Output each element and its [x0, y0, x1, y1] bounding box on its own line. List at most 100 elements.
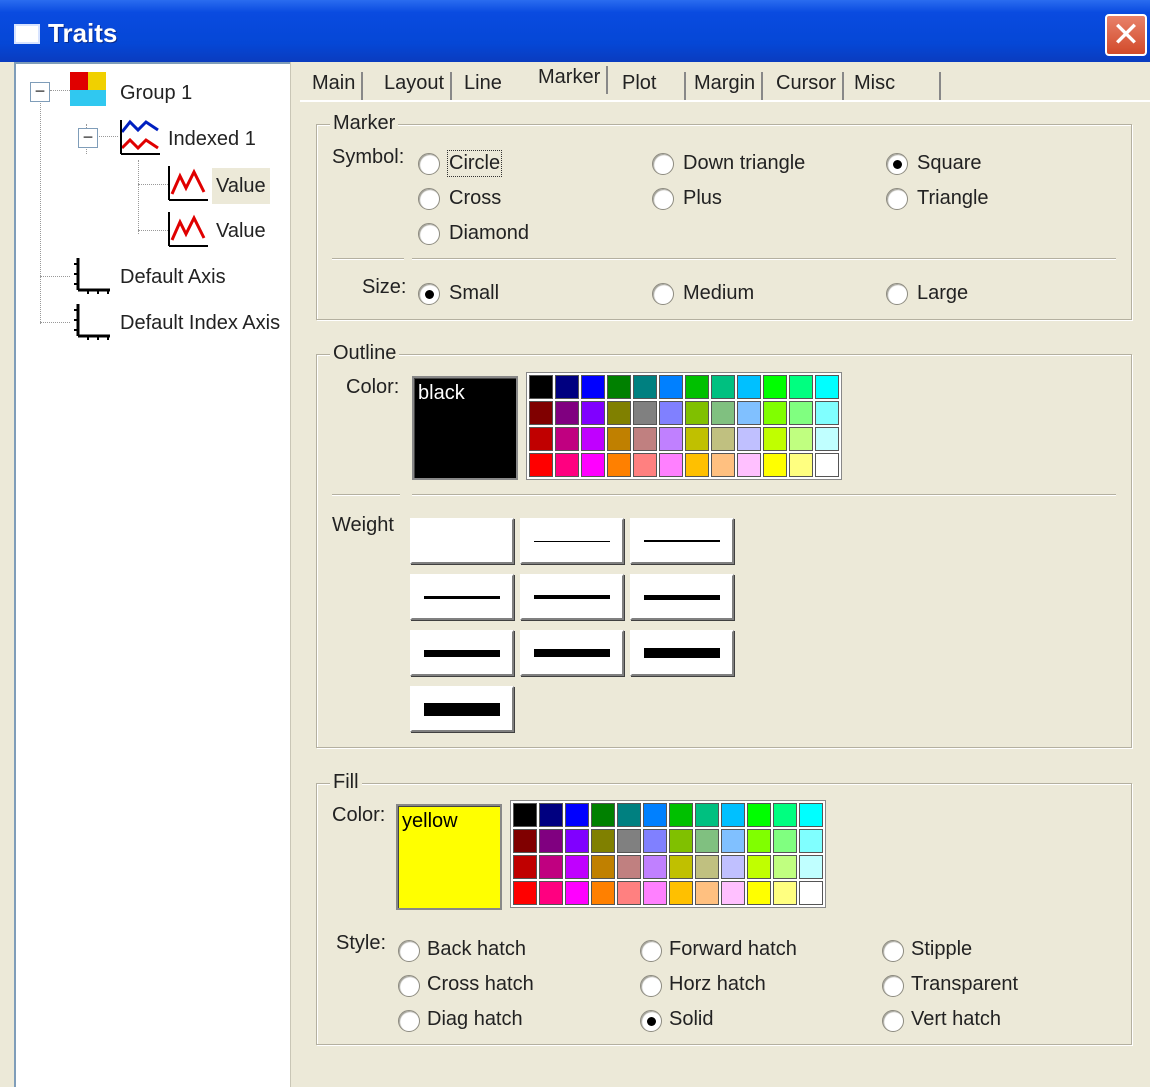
tree-item-default-axis[interactable]: Default Axis [120, 266, 226, 289]
style-stipple-label[interactable]: Stipple [911, 938, 972, 961]
palette-color-cell[interactable] [513, 803, 537, 827]
collapse-icon[interactable]: − [78, 128, 98, 148]
palette-color-cell[interactable] [555, 427, 579, 451]
symbol-plus-label[interactable]: Plus [683, 187, 722, 210]
radio-forward-hatch[interactable] [640, 940, 662, 962]
style-forward-hatch-label[interactable]: Forward hatch [669, 938, 797, 961]
tab-misc[interactable]: Misc [854, 72, 942, 100]
palette-color-cell[interactable] [607, 375, 631, 399]
radio-size-medium[interactable] [652, 283, 674, 305]
symbol-square-label[interactable]: Square [917, 152, 982, 175]
palette-color-cell[interactable] [669, 829, 693, 853]
style-diag-hatch-label[interactable]: Diag hatch [427, 1008, 523, 1031]
palette-color-cell[interactable] [815, 427, 839, 451]
palette-color-cell[interactable] [633, 453, 657, 477]
radio-back-hatch[interactable] [398, 940, 420, 962]
palette-color-cell[interactable] [773, 855, 797, 879]
palette-color-cell[interactable] [617, 855, 641, 879]
tab-plot[interactable]: Plot [622, 72, 662, 100]
tab-layout[interactable]: Layout [384, 72, 453, 100]
palette-color-cell[interactable] [617, 881, 641, 905]
size-large-label[interactable]: Large [917, 282, 968, 305]
palette-color-cell[interactable] [763, 427, 787, 451]
palette-color-cell[interactable] [799, 829, 823, 853]
palette-color-cell[interactable] [659, 427, 683, 451]
fill-color-swatch[interactable]: yellow [396, 804, 502, 910]
tree-item-value-2[interactable]: Value [216, 220, 266, 243]
palette-color-cell[interactable] [799, 855, 823, 879]
palette-color-cell[interactable] [789, 401, 813, 425]
palette-color-cell[interactable] [685, 375, 709, 399]
palette-color-cell[interactable] [643, 829, 667, 853]
symbol-diamond-label[interactable]: Diamond [449, 222, 529, 245]
palette-color-cell[interactable] [617, 803, 641, 827]
palette-color-cell[interactable] [607, 453, 631, 477]
tab-line[interactable]: Line [464, 72, 508, 100]
palette-color-cell[interactable] [789, 453, 813, 477]
palette-color-cell[interactable] [799, 803, 823, 827]
outline-color-palette[interactable] [526, 372, 842, 480]
palette-color-cell[interactable] [555, 375, 579, 399]
tree-item-default-index-axis[interactable]: Default Index Axis [120, 312, 280, 335]
radio-diamond[interactable] [418, 223, 440, 245]
palette-color-cell[interactable] [721, 829, 745, 853]
close-button[interactable]: ✕ [1105, 14, 1147, 56]
palette-color-cell[interactable] [643, 855, 667, 879]
palette-color-cell[interactable] [711, 375, 735, 399]
palette-color-cell[interactable] [529, 453, 553, 477]
palette-color-cell[interactable] [747, 855, 771, 879]
style-back-hatch-label[interactable]: Back hatch [427, 938, 526, 961]
palette-color-cell[interactable] [513, 855, 537, 879]
palette-color-cell[interactable] [763, 453, 787, 477]
radio-size-small[interactable] [418, 283, 440, 305]
palette-color-cell[interactable] [659, 453, 683, 477]
palette-color-cell[interactable] [539, 881, 563, 905]
palette-color-cell[interactable] [633, 401, 657, 425]
palette-color-cell[interactable] [633, 427, 657, 451]
palette-color-cell[interactable] [763, 375, 787, 399]
symbol-circle-label[interactable]: Circle [446, 150, 503, 177]
palette-color-cell[interactable] [581, 375, 605, 399]
weight-button[interactable] [410, 686, 514, 732]
symbol-cross-label[interactable]: Cross [449, 187, 501, 210]
tab-margin[interactable]: Margin [684, 72, 764, 100]
palette-color-cell[interactable] [669, 803, 693, 827]
palette-color-cell[interactable] [737, 453, 761, 477]
palette-color-cell[interactable] [669, 855, 693, 879]
style-horz-hatch-label[interactable]: Horz hatch [669, 973, 766, 996]
palette-color-cell[interactable] [711, 453, 735, 477]
weight-button[interactable] [520, 518, 624, 564]
radio-square[interactable] [886, 153, 908, 175]
palette-color-cell[interactable] [513, 881, 537, 905]
palette-color-cell[interactable] [721, 855, 745, 879]
radio-diag-hatch[interactable] [398, 1010, 420, 1032]
palette-color-cell[interactable] [815, 375, 839, 399]
radio-horz-hatch[interactable] [640, 975, 662, 997]
palette-color-cell[interactable] [565, 829, 589, 853]
style-solid-label[interactable]: Solid [669, 1008, 713, 1031]
palette-color-cell[interactable] [591, 803, 615, 827]
tab-marker[interactable]: Marker [538, 66, 609, 94]
radio-size-large[interactable] [886, 283, 908, 305]
traits-tree[interactable]: − − Group 1 Indexed 1 Value Value Defaul… [14, 62, 290, 1087]
radio-stipple[interactable] [882, 940, 904, 962]
palette-color-cell[interactable] [711, 401, 735, 425]
palette-color-cell[interactable] [773, 803, 797, 827]
weight-button[interactable] [520, 574, 624, 620]
palette-color-cell[interactable] [799, 881, 823, 905]
palette-color-cell[interactable] [685, 427, 709, 451]
palette-color-cell[interactable] [737, 427, 761, 451]
outline-color-swatch[interactable]: black [412, 376, 518, 480]
symbol-triangle-label[interactable]: Triangle [917, 187, 989, 210]
tab-main[interactable]: Main [312, 72, 364, 100]
palette-color-cell[interactable] [555, 453, 579, 477]
palette-color-cell[interactable] [555, 401, 579, 425]
radio-vert-hatch[interactable] [882, 1010, 904, 1032]
palette-color-cell[interactable] [539, 803, 563, 827]
palette-color-cell[interactable] [747, 829, 771, 853]
palette-color-cell[interactable] [773, 881, 797, 905]
tab-cursor[interactable]: Cursor [776, 72, 845, 100]
radio-plus[interactable] [652, 188, 674, 210]
palette-color-cell[interactable] [815, 453, 839, 477]
weight-button[interactable] [520, 630, 624, 676]
